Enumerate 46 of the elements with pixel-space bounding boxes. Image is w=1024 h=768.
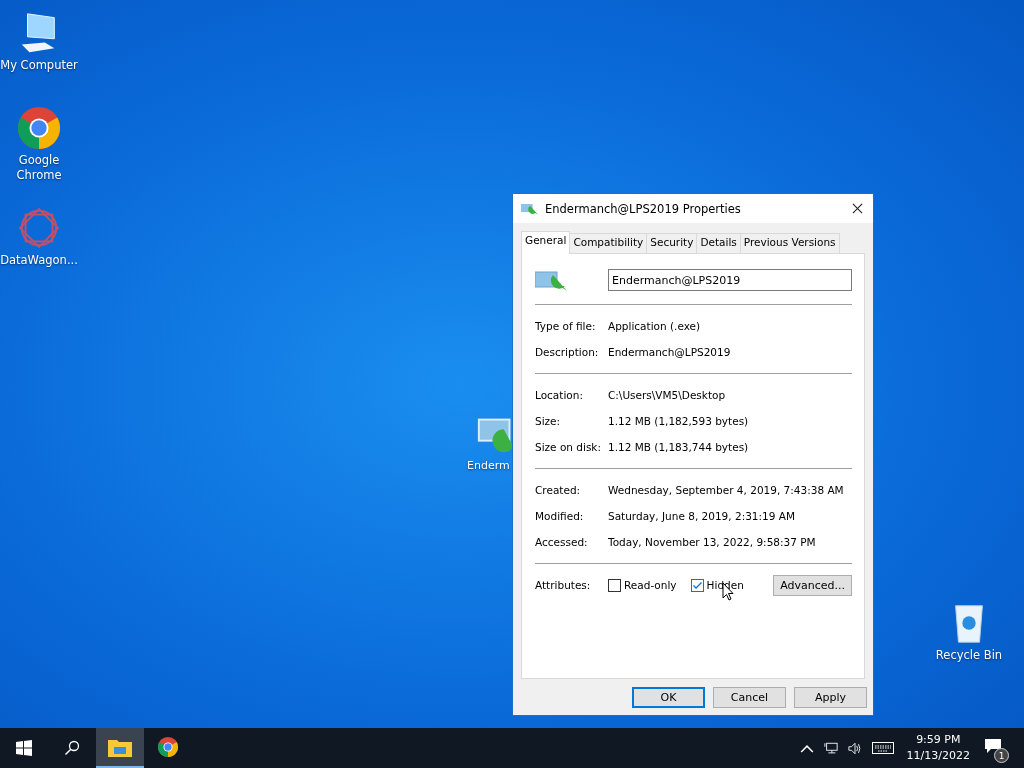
desktop-icon-label[interactable]: Enderm xyxy=(467,458,510,473)
checkbox-box-icon[interactable] xyxy=(690,578,704,592)
property-label: Modified: xyxy=(535,510,585,522)
notification-count: 1 xyxy=(994,748,1009,763)
property-label: Created: xyxy=(535,484,582,496)
file-name-field[interactable]: Endermanch@LPS2019 xyxy=(608,269,852,291)
property-label: Location: xyxy=(535,389,584,401)
tab[interactable]: General xyxy=(521,231,571,254)
dialog-button[interactable]: OK xyxy=(632,687,705,708)
advanced-button[interactable]: Advanced... xyxy=(773,574,852,596)
dialog-button[interactable]: Cancel xyxy=(713,687,786,708)
property-value: 1.12 MB (1,183,744 bytes) xyxy=(608,441,749,453)
desktop-icon-label[interactable]: My Computer xyxy=(0,58,78,73)
property-label: Description: xyxy=(535,346,600,358)
checkbox[interactable]: Hidden xyxy=(690,578,744,592)
window-title: Endermanch@LPS2019 Properties xyxy=(545,201,742,216)
property-label: Size: xyxy=(535,415,562,427)
speaker-icon[interactable] xyxy=(847,741,862,755)
close-icon[interactable] xyxy=(852,203,863,214)
property-value: C:\Users\VM5\Desktop xyxy=(608,389,726,401)
property-label: Type of file: xyxy=(535,320,597,332)
desktop-icon-label[interactable]: DataWagon... xyxy=(0,253,78,268)
star-pattern-icon[interactable] xyxy=(16,205,62,251)
property-value: Today, November 13, 2022, 9:58:37 PM xyxy=(608,536,816,548)
clock[interactable]: 9:59 PM 11/13/2022 xyxy=(906,732,970,764)
property-value: Saturday, June 8, 2019, 2:31:19 AM xyxy=(608,510,795,522)
chrome-icon[interactable] xyxy=(16,105,62,151)
desktop-icon-label[interactable]: Recycle Bin xyxy=(935,648,1003,663)
checkbox[interactable]: Read-only xyxy=(608,578,677,592)
property-label: Accessed: xyxy=(535,536,589,548)
property-value: Endermanch@LPS2019 xyxy=(608,346,731,358)
desktop-icon-label[interactable]: Google Chrome xyxy=(0,153,78,183)
network-icon[interactable] xyxy=(823,741,838,755)
chrome-icon xyxy=(156,736,180,758)
app-icon xyxy=(521,202,539,215)
tab[interactable]: Previous Versions xyxy=(739,233,840,253)
property-value: Application (.exe) xyxy=(608,320,701,332)
keyboard-icon[interactable] xyxy=(871,742,894,754)
attributes-label: Attributes: xyxy=(535,579,592,591)
notification-icon[interactable] xyxy=(984,738,1002,754)
property-label: Size on disk: xyxy=(535,441,602,453)
property-value: Wednesday, September 4, 2019, 7:43:38 AM xyxy=(608,484,844,496)
property-value: 1.12 MB (1,182,593 bytes) xyxy=(608,415,749,427)
dialog-button[interactable]: Apply xyxy=(794,687,867,708)
checkbox-box-icon[interactable] xyxy=(608,578,621,592)
folder-taskbar-button[interactable] xyxy=(96,728,144,768)
